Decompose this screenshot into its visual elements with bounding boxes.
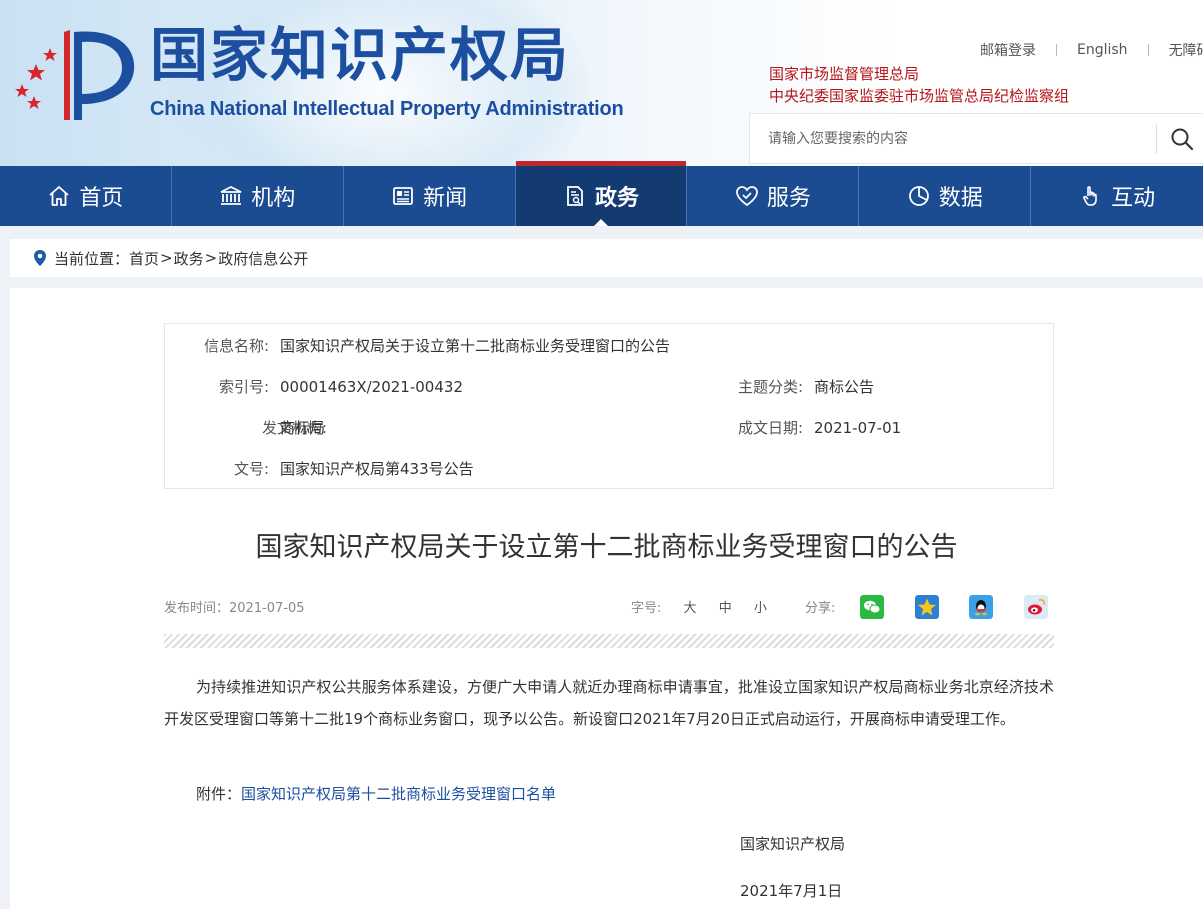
nav-item-home[interactable]: 首页 — [0, 166, 172, 226]
site-header: 国家知识产权局 China National Intellectual Prop… — [0, 0, 1203, 166]
qq-icon[interactable] — [969, 595, 993, 619]
attachment-label: 附件： — [196, 785, 242, 803]
government-affairs-icon — [567, 186, 583, 206]
accessibility-link[interactable]: 无障碍 — [1169, 40, 1203, 60]
discipline-inspection-link[interactable]: 中央纪委国家监委驻市场监管总局纪检监察组 — [769, 85, 1069, 107]
breadcrumb-separator: > — [204, 249, 218, 267]
nav-item-institution[interactable]: 机构 — [172, 166, 344, 226]
weibo-icon[interactable] — [1024, 595, 1048, 619]
nav-item-data[interactable]: 数据 — [859, 166, 1032, 226]
info-topic-label: 主题分类: — [737, 378, 803, 396]
nav-label: 新闻 — [423, 186, 468, 211]
info-topic-value: 商标公告 — [814, 378, 875, 396]
nav-item-news[interactable]: 新闻 — [344, 166, 516, 226]
qzone-icon[interactable] — [915, 595, 939, 619]
article-title: 国家知识产权局关于设立第十二批商标业务受理窗口的公告 — [255, 532, 958, 563]
font-size-medium[interactable]: 中 — [719, 601, 732, 616]
article-body: 为持续推进知识产权公共服务体系建设，方便广大申请人就近办理商标申请事宜，批准设立… — [164, 678, 1054, 728]
breadcrumb-info-disclosure[interactable]: 政府信息公开 — [218, 248, 308, 269]
nav-item-interaction[interactable]: 互动 — [1031, 166, 1203, 226]
signature-org: 国家知识产权局 — [740, 835, 846, 853]
mail-login-link[interactable]: 邮箱登录 — [980, 40, 1036, 60]
search-input[interactable] — [768, 128, 1148, 150]
nav-item-service[interactable]: 服务 — [687, 166, 860, 226]
nav-label: 机构 — [251, 186, 296, 211]
info-row: 文号: 国家知识产权局第433号公告 — [165, 457, 1053, 481]
font-size-small[interactable]: 小 — [754, 601, 767, 616]
info-row: 发文机构: 商标局 成文日期: 2021-07-01 — [165, 416, 1053, 440]
attachment: 附件：国家知识产权局第十二批商标业务受理窗口名单 — [196, 783, 556, 804]
divider-stripe — [164, 634, 1054, 648]
location-pin-icon — [34, 250, 46, 266]
interaction-icon — [1083, 186, 1097, 206]
share-label: 分享: — [805, 601, 836, 616]
search-icon[interactable] — [1170, 127, 1194, 151]
info-name-value: 国家知识产权局关于设立第十二批商标业务受理窗口的公告 — [280, 337, 671, 355]
main-nav: 首页 机构 新闻 政务 服务 数据 互动 — [0, 161, 1203, 226]
wechat-icon[interactable] — [860, 595, 884, 619]
english-link[interactable]: English — [1077, 42, 1128, 58]
info-issuer-value: 商标局 — [280, 419, 326, 437]
top-link-divider — [1147, 44, 1149, 56]
search-box — [749, 113, 1203, 164]
font-size-control: 字号: 大 中 小 — [631, 597, 767, 616]
samr-link[interactable]: 国家市场监督管理总局 — [769, 63, 1069, 85]
breadcrumb-prefix: 当前位置： — [54, 249, 130, 268]
search-divider — [1156, 124, 1157, 154]
info-index-value: 00001463X/2021-00432 — [280, 378, 463, 396]
info-row: 信息名称: 国家知识产权局关于设立第十二批商标业务受理窗口的公告 — [165, 334, 1053, 358]
font-size-large[interactable]: 大 — [684, 601, 697, 616]
font-size-label: 字号: — [631, 601, 662, 616]
info-index-label: 索引号: — [218, 378, 269, 396]
nav-label: 首页 — [79, 186, 124, 211]
data-icon — [908, 186, 929, 206]
nav-label: 服务 — [766, 186, 811, 211]
article-meta: 发布时间：2021-07-05 字号: 大 中 小 分享: — [164, 595, 1054, 619]
info-date-label: 成文日期: — [737, 419, 803, 437]
cnipa-emblem-icon — [15, 30, 135, 120]
info-table: 信息名称: 国家知识产权局关于设立第十二批商标业务受理窗口的公告 索引号: 00… — [164, 323, 1054, 489]
org-links: 国家市场监督管理总局 中央纪委国家监委驻市场监管总局纪检监察组 — [769, 63, 1069, 107]
article-container: 信息名称: 国家知识产权局关于设立第十二批商标业务受理窗口的公告 索引号: 00… — [10, 288, 1203, 909]
logo-title-cn[interactable]: 国家知识产权局 — [150, 22, 570, 88]
service-icon — [735, 186, 758, 207]
nav-label: 数据 — [938, 186, 983, 211]
breadcrumb-home[interactable]: 首页 — [129, 248, 159, 269]
breadcrumb-separator: > — [160, 249, 173, 267]
nav-label: 互动 — [1111, 186, 1156, 211]
publish-date: 发布时间：2021-07-05 — [164, 601, 305, 616]
home-icon — [49, 186, 70, 206]
institution-icon — [220, 185, 242, 205]
attachment-link[interactable]: 国家知识产权局第十二批商标业务受理窗口名单 — [241, 785, 556, 803]
info-row: 索引号: 00001463X/2021-00432 主题分类: 商标公告 — [165, 375, 1053, 399]
breadcrumb: 当前位置： 首页 > 政务 > 政府信息公开 — [10, 239, 1203, 277]
top-links: 邮箱登录 English 无障碍 — [980, 40, 1203, 60]
info-doc-no-value: 国家知识产权局第433号公告 — [280, 460, 474, 478]
info-name-label: 信息名称: — [203, 337, 269, 355]
breadcrumb-government-affairs[interactable]: 政务 — [174, 248, 204, 269]
info-doc-no-label: 文号: — [233, 460, 269, 478]
nav-item-government-affairs[interactable]: 政务 — [515, 161, 688, 226]
logo-title-en[interactable]: China National Intellectual Property Adm… — [150, 98, 624, 121]
signature-date: 2021年7月1日 — [740, 882, 843, 900]
info-date-value: 2021-07-01 — [814, 419, 902, 437]
top-link-divider — [1056, 44, 1057, 56]
nav-label: 政务 — [595, 186, 640, 211]
news-icon — [393, 187, 414, 205]
